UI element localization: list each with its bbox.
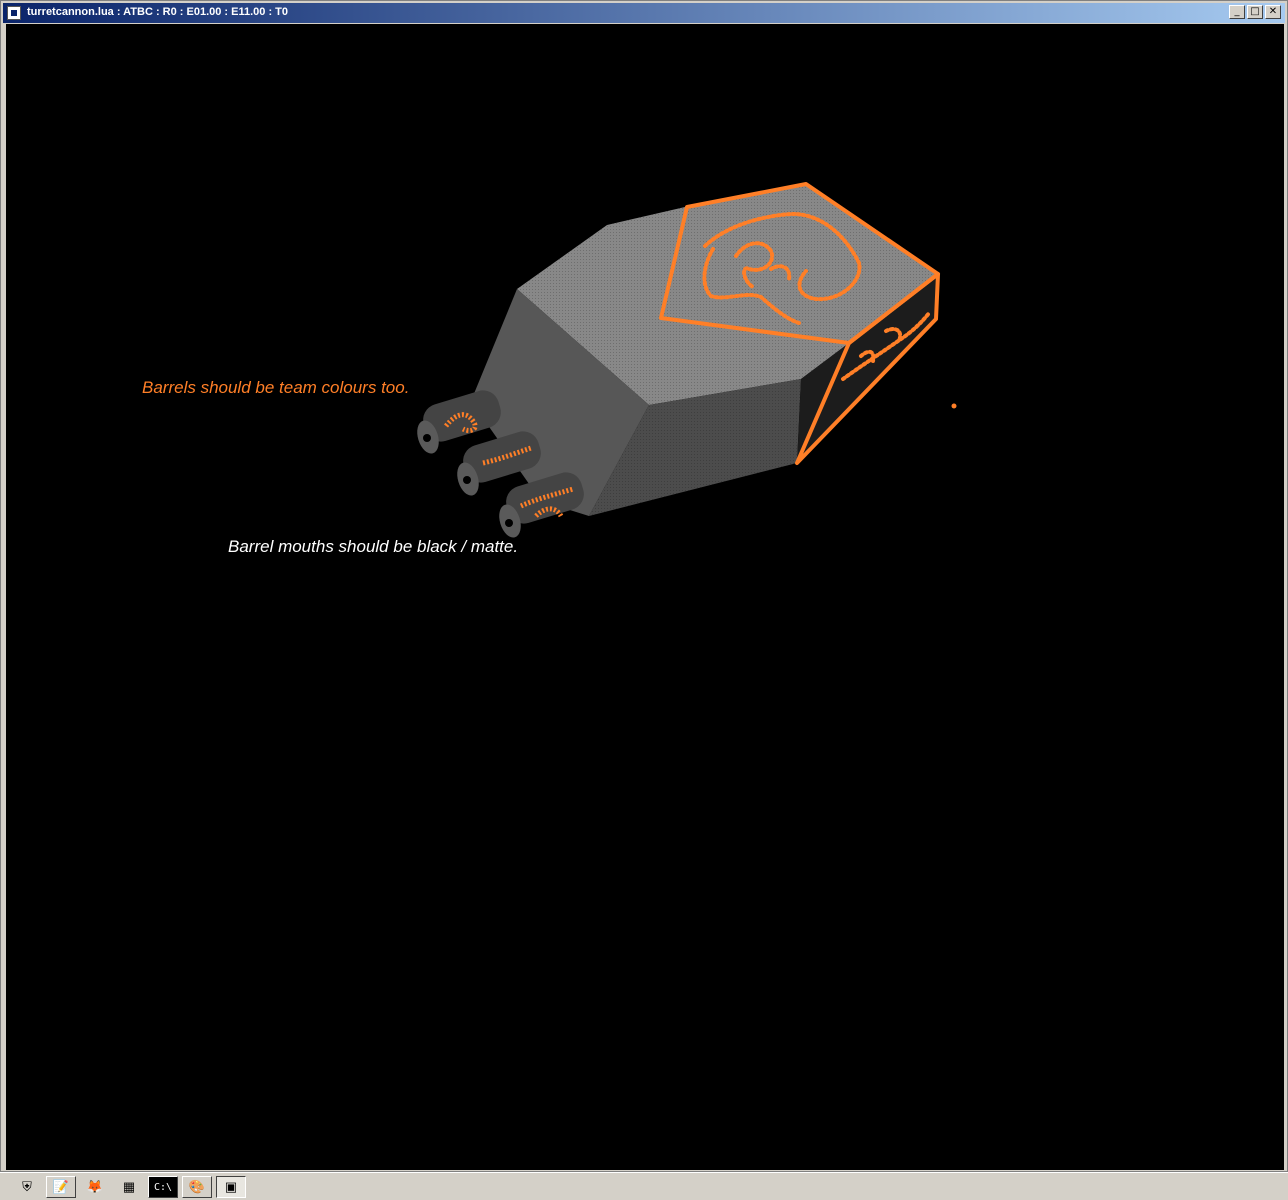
close-button[interactable]: ✕ [1265, 5, 1281, 19]
notepad-icon[interactable]: 📝 [46, 1176, 76, 1198]
barrels-annotation: Barrels should be team colours too. [142, 378, 410, 397]
maximize-button[interactable]: □ [1247, 5, 1263, 19]
shield-icon[interactable]: ⛨ [12, 1176, 42, 1198]
app-window: turretcannon.lua : ATBC : R0 : E01.00 : … [0, 0, 1288, 1172]
cmd-icon[interactable]: C:\ [148, 1176, 178, 1198]
taskbar: ⛨ 📝 🦊 ▦ C:\ 🎨 ▣ [0, 1172, 1288, 1200]
app-icon[interactable] [7, 6, 21, 20]
barrel-3 [499, 472, 584, 538]
turret-model [417, 182, 957, 538]
calculator-icon[interactable]: ▦ [114, 1176, 144, 1198]
3d-viewport[interactable]: Barrels should be team colours too. Barr… [6, 24, 1284, 1170]
title-bar[interactable]: turretcannon.lua : ATBC : R0 : E01.00 : … [3, 3, 1285, 23]
paint-icon[interactable]: 🎨 [182, 1176, 212, 1198]
app-window-icon[interactable]: ▣ [216, 1176, 246, 1198]
firefox-icon[interactable]: 🦊 [80, 1176, 110, 1198]
barrel-mouths-annotation: Barrel mouths should be black / matte. [228, 537, 519, 556]
window-title: turretcannon.lua : ATBC : R0 : E01.00 : … [27, 6, 289, 18]
minimize-button[interactable]: _ [1229, 5, 1245, 19]
marker-dot [951, 403, 957, 409]
